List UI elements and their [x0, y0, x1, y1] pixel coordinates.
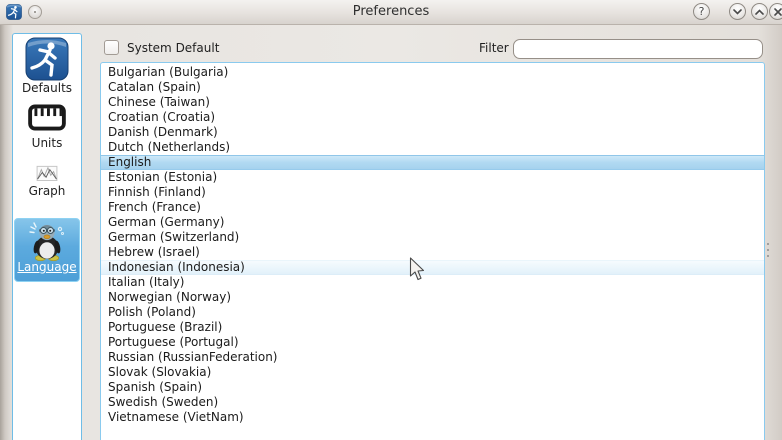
sidebar-item-defaults[interactable]: Defaults — [22, 37, 72, 95]
sidebar-item-label: Units — [32, 137, 63, 150]
list-item[interactable]: Italian (Italy) — [101, 275, 764, 290]
window-title: Preferences — [0, 0, 782, 24]
list-item[interactable]: Bulgarian (Bulgaria) — [101, 65, 764, 80]
sidebar-item-graph[interactable]: Graph — [29, 164, 66, 198]
close-button[interactable] — [769, 3, 782, 20]
list-item[interactable]: Portuguese (Brazil) — [101, 320, 764, 335]
filter-label: Filter — [479, 41, 509, 55]
sidebar-item-label: Language — [17, 261, 76, 274]
language-list: Bulgarian (Bulgaria)Catalan (Spain)Chine… — [100, 62, 765, 440]
minimize-button[interactable] — [729, 3, 746, 20]
sidebar-item-label: Defaults — [22, 82, 72, 95]
preferences-window: Preferences ? — [0, 0, 782, 440]
list-item[interactable]: Danish (Denmark) — [101, 125, 764, 140]
maximize-button[interactable] — [751, 3, 768, 20]
list-item[interactable]: English — [101, 155, 764, 170]
list-item[interactable]: Slovak (Slovakia) — [101, 365, 764, 380]
titlebar: Preferences ? — [0, 0, 782, 25]
list-item[interactable]: French (France) — [101, 200, 764, 215]
list-item[interactable]: Estonian (Estonia) — [101, 170, 764, 185]
list-item[interactable]: Hebrew (Israel) — [101, 245, 764, 260]
ruler-icon — [27, 104, 67, 131]
list-item[interactable]: Russian (RussianFederation) — [101, 350, 764, 365]
list-item[interactable]: Dutch (Netherlands) — [101, 140, 764, 155]
runner-icon — [25, 37, 69, 81]
system-default-checkbox[interactable] — [104, 40, 119, 55]
list-item[interactable]: German (Germany) — [101, 215, 764, 230]
list-item[interactable]: Catalan (Spain) — [101, 80, 764, 95]
resize-grip[interactable] — [767, 243, 770, 259]
sidebar: Defaults Units Graph — [12, 33, 82, 440]
list-item[interactable]: Indonesian (Indonesia) — [101, 260, 764, 275]
graph-icon — [36, 164, 58, 181]
list-item[interactable]: Polish (Poland) — [101, 305, 764, 320]
sidebar-item-language[interactable]: Language — [14, 218, 80, 282]
sidebar-item-units[interactable]: Units — [27, 104, 67, 150]
chevron-down-icon — [733, 9, 742, 15]
list-item[interactable]: Finnish (Finland) — [101, 185, 764, 200]
chevron-up-icon — [755, 9, 764, 15]
list-item[interactable]: Swedish (Sweden) — [101, 395, 764, 410]
list-item[interactable]: Croatian (Croatia) — [101, 110, 764, 125]
list-item[interactable]: Chinese (Taiwan) — [101, 95, 764, 110]
question-mark-icon: ? — [699, 5, 705, 18]
list-item[interactable]: Spanish (Spain) — [101, 380, 764, 395]
list-item[interactable]: German (Switzerland) — [101, 230, 764, 245]
close-icon — [774, 8, 782, 16]
list-item[interactable]: Vietnamese (VietNam) — [101, 410, 764, 425]
filter-input[interactable] — [513, 39, 763, 59]
tux-penguin-icon — [27, 221, 67, 261]
list-item[interactable]: Norwegian (Norway) — [101, 290, 764, 305]
system-default-label: System Default — [127, 41, 219, 55]
list-item[interactable]: Portuguese (Portugal) — [101, 335, 764, 350]
help-button[interactable]: ? — [693, 3, 710, 20]
sidebar-item-label: Graph — [29, 185, 66, 198]
